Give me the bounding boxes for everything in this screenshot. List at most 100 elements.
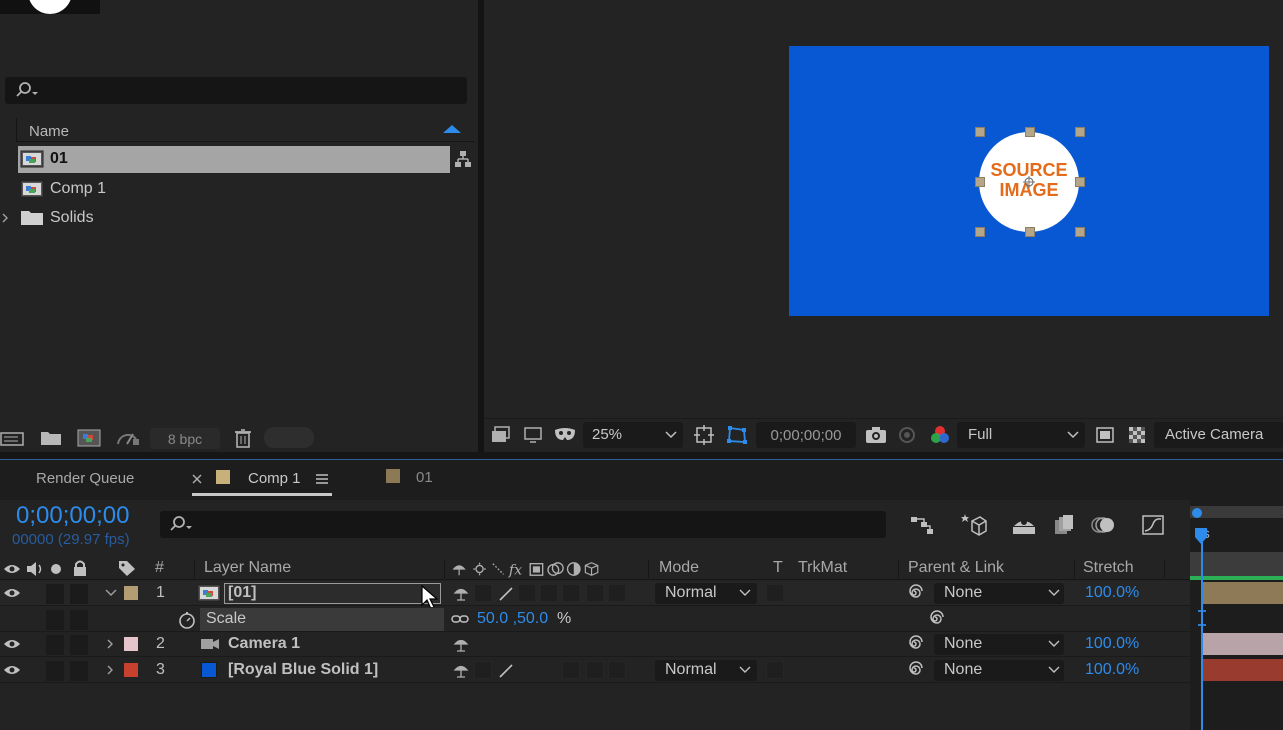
column-parent-link[interactable]: Parent & Link (908, 559, 1004, 577)
lock-icon[interactable] (70, 558, 90, 578)
chevron-down-icon[interactable] (1047, 588, 1061, 598)
scale-label[interactable]: Scale (206, 610, 246, 628)
draft-3d-icon[interactable] (958, 510, 988, 538)
quality-switch-icon[interactable] (496, 661, 516, 681)
transparency-grid-icon[interactable] (1126, 424, 1148, 446)
stretch-value[interactable]: 100.0% (1085, 635, 1139, 653)
stretch-value[interactable]: 100.0% (1085, 584, 1139, 602)
pickwhip-icon[interactable] (904, 660, 924, 680)
layer-duration-bar[interactable] (1202, 659, 1283, 681)
panel-divider[interactable] (0, 452, 1283, 460)
layer-label-color[interactable] (124, 637, 138, 651)
pickwhip-icon[interactable] (904, 583, 924, 603)
layer-name[interactable]: [Royal Blue Solid 1] (228, 661, 378, 679)
trash-icon[interactable] (232, 427, 254, 449)
speaker-icon[interactable] (24, 559, 46, 579)
solo-toggle[interactable] (46, 661, 64, 681)
chevron-right-icon[interactable] (104, 637, 116, 651)
transform-handle[interactable] (975, 227, 985, 237)
layer-name-edit-field[interactable] (224, 583, 441, 604)
layer-duration-bar[interactable] (1202, 582, 1283, 604)
safe-margins-icon[interactable] (692, 423, 716, 447)
search-icon[interactable] (168, 515, 194, 535)
chevron-down-icon[interactable] (738, 588, 752, 598)
new-composition-icon[interactable] (76, 428, 102, 448)
current-time-display[interactable]: 0;00;00;00 (16, 502, 129, 530)
color-channels-icon[interactable] (928, 423, 952, 447)
shy-switch-icon[interactable] (452, 585, 470, 603)
thumbnail-toggle[interactable] (264, 427, 314, 448)
interpret-footage-icon[interactable] (0, 428, 26, 448)
expression-pickwhip-icon[interactable] (925, 609, 945, 629)
chevron-down-icon[interactable] (1066, 428, 1080, 442)
always-preview-icon[interactable] (490, 424, 512, 446)
layer-name[interactable]: Camera 1 (228, 635, 300, 653)
lock-toggle[interactable] (70, 661, 88, 681)
column-layer-name[interactable]: Layer Name (204, 559, 291, 577)
timeline-search-input[interactable] (160, 511, 886, 538)
tab-render-queue[interactable]: Render Queue (36, 470, 134, 487)
3d-layer-switch[interactable] (608, 584, 626, 602)
quality-switch-icon[interactable] (496, 584, 516, 604)
layer-duration-bar[interactable] (1202, 633, 1283, 655)
solo-icon[interactable] (48, 561, 64, 577)
scale-value[interactable]: 50.0 ,50.0 (477, 610, 548, 628)
collapse-switch[interactable] (474, 661, 492, 679)
anchor-point-icon[interactable] (1022, 175, 1036, 189)
transform-handle[interactable] (1025, 127, 1035, 137)
search-icon[interactable] (14, 81, 40, 101)
column-t[interactable]: T (773, 559, 783, 577)
chevron-down-icon[interactable] (1047, 665, 1061, 675)
layer-name[interactable]: [01] (228, 584, 256, 602)
work-area-start-handle[interactable] (1192, 508, 1202, 518)
lock-toggle[interactable] (70, 584, 88, 604)
motion-blur-switch[interactable] (562, 584, 580, 602)
graph-editor-icon[interactable] (1140, 512, 1166, 538)
hide-shy-layers-icon[interactable] (1010, 512, 1038, 538)
show-snapshot-icon[interactable] (896, 424, 918, 446)
transform-handle[interactable] (1075, 177, 1085, 187)
timeline-nav-bar[interactable] (1190, 552, 1283, 576)
chevron-down-icon[interactable] (738, 665, 752, 675)
project-item-01[interactable] (18, 146, 450, 173)
bit-depth-button[interactable]: 8 bpc (150, 428, 220, 449)
project-search-input[interactable] (5, 77, 467, 104)
preserve-transparency-switch[interactable] (766, 584, 784, 602)
mask-visibility-icon[interactable] (552, 424, 578, 446)
viewer-timecode[interactable]: 0;00;00;00 (756, 422, 856, 448)
column-mode[interactable]: Mode (659, 559, 699, 577)
label-tag-icon[interactable] (116, 558, 138, 578)
collapse-switch[interactable] (474, 584, 492, 602)
transform-handle[interactable] (975, 177, 985, 187)
region-of-interest-icon[interactable] (1094, 424, 1116, 446)
monitor-icon[interactable] (522, 424, 544, 446)
eye-icon[interactable] (2, 585, 22, 601)
eye-icon[interactable] (2, 636, 22, 652)
solo-toggle[interactable] (46, 584, 64, 604)
column-stretch[interactable]: Stretch (1083, 559, 1134, 577)
solo-toggle[interactable] (46, 635, 64, 655)
stopwatch-icon[interactable] (176, 609, 198, 631)
motion-blur-icon[interactable] (1090, 512, 1116, 538)
transform-handle[interactable] (1025, 227, 1035, 237)
column-name-label[interactable]: Name (29, 123, 69, 140)
3d-layer-switch[interactable] (608, 661, 626, 679)
work-area-bar[interactable] (1190, 506, 1283, 518)
layer-label-color[interactable] (124, 586, 138, 600)
composition-flowchart-icon[interactable] (908, 512, 936, 538)
transform-handle[interactable] (1075, 127, 1085, 137)
project-settings-icon[interactable] (114, 428, 142, 448)
shy-switch-icon[interactable] (452, 636, 470, 654)
adjustment-switch[interactable] (586, 584, 604, 602)
project-column-header[interactable] (16, 118, 474, 142)
motion-blur-switch[interactable] (562, 661, 580, 679)
mask-path-icon[interactable] (725, 423, 749, 447)
playhead-line[interactable] (1201, 535, 1203, 730)
eye-icon[interactable] (2, 560, 22, 578)
chevron-right-icon[interactable] (0, 211, 10, 225)
effects-switch[interactable] (518, 584, 536, 602)
column-trkmat[interactable]: TrkMat (798, 559, 847, 577)
chevron-down-icon[interactable] (664, 428, 678, 442)
eye-icon[interactable] (2, 662, 22, 678)
sort-ascending-icon[interactable] (443, 125, 461, 133)
